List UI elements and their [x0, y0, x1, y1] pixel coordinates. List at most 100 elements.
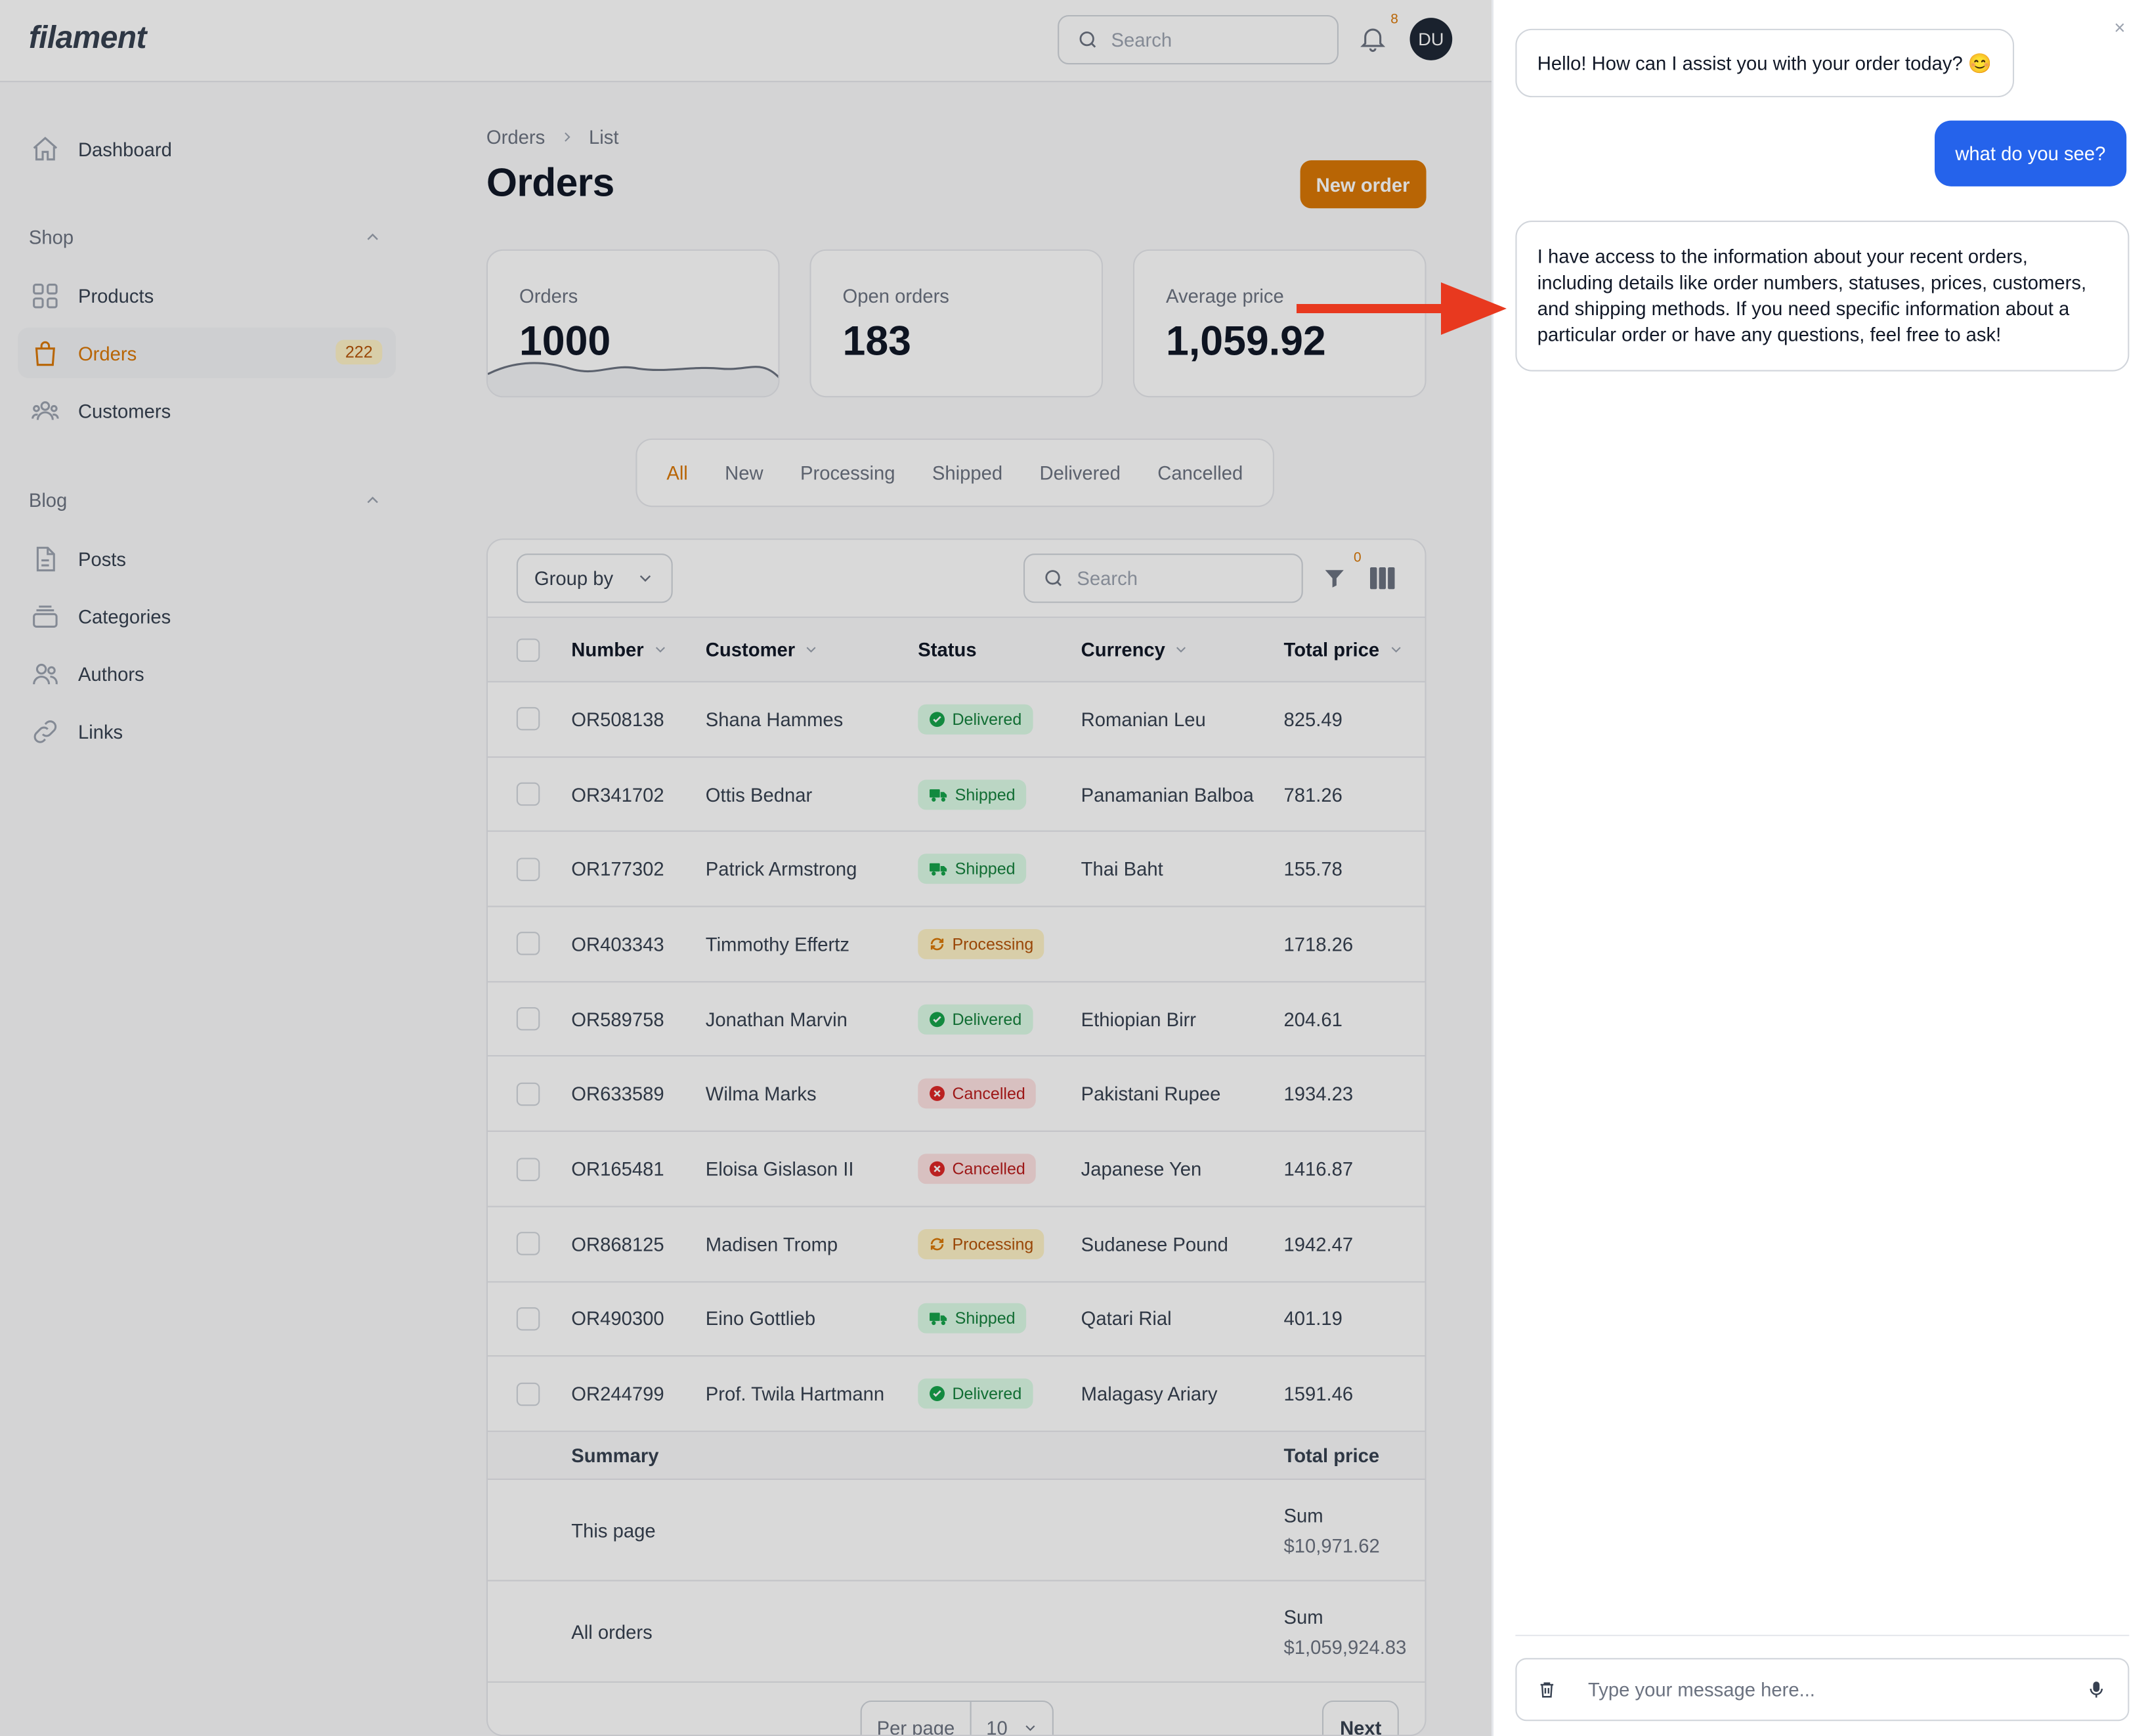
status-text: Delivered	[952, 1009, 1022, 1029]
table-search-placeholder: Search	[1077, 567, 1138, 590]
checkbox[interactable]	[516, 707, 540, 731]
order-total-price: 1934.23	[1283, 1083, 1354, 1105]
checkbox[interactable]	[516, 638, 540, 661]
table-row[interactable]: OR868125 Madisen Tromp Processing Sudanese …	[487, 1207, 1425, 1282]
checkbox[interactable]	[516, 1382, 540, 1406]
tab-cancelled[interactable]: Cancelled	[1139, 462, 1261, 483]
table-row[interactable]: OR403343 Timmothy Effertz Processing 1718.2…	[487, 907, 1425, 982]
row-checkbox[interactable]	[516, 982, 540, 1056]
chevron-up-icon[interactable]	[363, 490, 382, 510]
order-customer: Jonathan Marvin	[705, 1008, 848, 1030]
link-icon	[30, 716, 60, 746]
column-header-customer[interactable]: Customer	[706, 618, 820, 681]
checkbox[interactable]	[516, 1082, 540, 1106]
chevron-down-icon	[652, 641, 668, 658]
sidebar-group-shop[interactable]: Shop	[29, 226, 382, 248]
avatar[interactable]: DU	[1409, 18, 1453, 60]
sum-value: $10,971.62	[1283, 1534, 1380, 1556]
sparkline-chart	[487, 362, 779, 397]
table-search-input[interactable]: Search	[1023, 553, 1303, 603]
sidebar-item-customers[interactable]: Customers	[18, 385, 396, 435]
sidebar-group-blog[interactable]: Blog	[29, 489, 382, 511]
table-row[interactable]: OR244799 Prof. Twila Hartmann Delivered Mal…	[487, 1357, 1425, 1432]
tab-delivered[interactable]: Delivered	[1021, 462, 1139, 483]
row-checkbox[interactable]	[516, 1282, 540, 1356]
column-header-currency[interactable]: Currency	[1081, 618, 1190, 681]
order-status: Cancelled	[918, 1057, 1037, 1131]
table-row[interactable]: OR177302 Patrick Armstrong Shipped Thai Bah…	[487, 833, 1425, 907]
chevron-up-icon[interactable]	[363, 227, 382, 246]
table-toolbar: Group by Search 0	[487, 540, 1425, 618]
column-header-total-price[interactable]: Total price	[1284, 618, 1404, 681]
refresh-icon	[929, 936, 945, 952]
select-all-checkbox[interactable]	[516, 618, 540, 681]
sidebar-item-links[interactable]: Links	[18, 706, 396, 756]
sidebar-item-categories[interactable]: Categories	[18, 590, 396, 641]
status-badge: Cancelled	[918, 1154, 1037, 1184]
checkbox[interactable]	[516, 1007, 540, 1031]
orders-table: Group by Search 0 Number Customer Status…	[486, 538, 1427, 1736]
order-total-price: 401.19	[1283, 1307, 1342, 1330]
order-currency: Japanese Yen	[1081, 1158, 1202, 1180]
breadcrumb-orders[interactable]: Orders	[486, 126, 545, 148]
order-status: Shipped	[918, 757, 1027, 831]
row-checkbox[interactable]	[516, 682, 540, 756]
sidebar-item-products[interactable]: Products	[18, 270, 396, 320]
next-page-button[interactable]: Next	[1321, 1700, 1400, 1735]
chat-message-user: what do you see?	[1935, 120, 2126, 186]
sidebar-item-posts[interactable]: Posts	[18, 533, 396, 584]
checkbox[interactable]	[516, 1157, 540, 1181]
sidebar-item-authors[interactable]: Authors	[18, 648, 396, 699]
column-header-number[interactable]: Number	[571, 618, 668, 681]
row-checkbox[interactable]	[516, 907, 540, 981]
close-icon[interactable]: ×	[2114, 16, 2125, 38]
global-search-input[interactable]: Search	[1058, 14, 1339, 65]
row-checkbox[interactable]	[516, 1132, 540, 1205]
chat-message-input[interactable]: Type your message here...	[1515, 1658, 2130, 1722]
columns-icon[interactable]	[1370, 567, 1395, 590]
table-row[interactable]: OR165481 Eloisa Gislason II Cancelled Japan…	[487, 1132, 1425, 1207]
microphone-icon[interactable]	[2087, 1677, 2106, 1702]
tab-shipped[interactable]: Shipped	[914, 462, 1021, 483]
tab-new[interactable]: New	[706, 462, 782, 483]
new-order-button[interactable]: New order	[1299, 160, 1427, 209]
checkbox[interactable]	[516, 932, 540, 956]
tab-processing[interactable]: Processing	[782, 462, 914, 483]
bell-icon[interactable]	[1358, 23, 1388, 53]
checkbox[interactable]	[516, 782, 540, 806]
table-row[interactable]: OR633589 Wilma Marks Cancelled Pakistani Ru…	[487, 1057, 1425, 1133]
row-checkbox[interactable]	[516, 1357, 540, 1431]
status-badge: Processing	[918, 928, 1045, 959]
row-checkbox[interactable]	[516, 833, 540, 906]
checkbox[interactable]	[516, 857, 540, 881]
chevron-down-icon	[804, 641, 820, 658]
group-by-select[interactable]: Group by	[516, 553, 673, 603]
row-checkbox[interactable]	[516, 757, 540, 831]
chevron-down-icon	[635, 569, 655, 588]
order-currency: Panamanian Balboa	[1081, 783, 1254, 806]
checkbox[interactable]	[516, 1232, 540, 1256]
app-logo[interactable]: filament	[29, 19, 147, 56]
per-page-select[interactable]: Per page 10	[860, 1700, 1054, 1735]
stat-value: 183	[842, 319, 911, 365]
table-row[interactable]: OR490300 Eino Gottlieb Shipped Qatari Rial 4…	[487, 1282, 1425, 1357]
group-by-label: Group by	[534, 567, 614, 590]
users-icon	[30, 395, 60, 425]
sidebar-item-orders[interactable]: Orders 222	[18, 327, 397, 379]
order-number: OR589758	[571, 1008, 664, 1030]
sidebar-item-dashboard[interactable]: Dashboard	[18, 123, 396, 174]
order-number: OR244799	[571, 1383, 664, 1405]
funnel-icon[interactable]	[1322, 566, 1347, 591]
annotation-arrow-icon	[1297, 282, 1507, 335]
table-row[interactable]: OR508138 Shana Hammes Delivered Romanian Le…	[487, 682, 1425, 758]
table-row[interactable]: OR341702 Ottis Bednar Shipped Panamanian Ba…	[487, 757, 1425, 833]
table-row[interactable]: OR589758 Jonathan Marvin Delivered Ethiopia…	[487, 982, 1425, 1058]
home-icon	[30, 133, 60, 163]
tab-all[interactable]: All	[648, 462, 706, 483]
checkbox[interactable]	[516, 1307, 540, 1331]
trash-icon[interactable]	[1537, 1679, 1557, 1701]
row-checkbox[interactable]	[516, 1057, 540, 1131]
row-checkbox[interactable]	[516, 1207, 540, 1280]
order-currency: Malagasy Ariary	[1081, 1383, 1218, 1405]
order-status: Processing	[918, 907, 1045, 981]
